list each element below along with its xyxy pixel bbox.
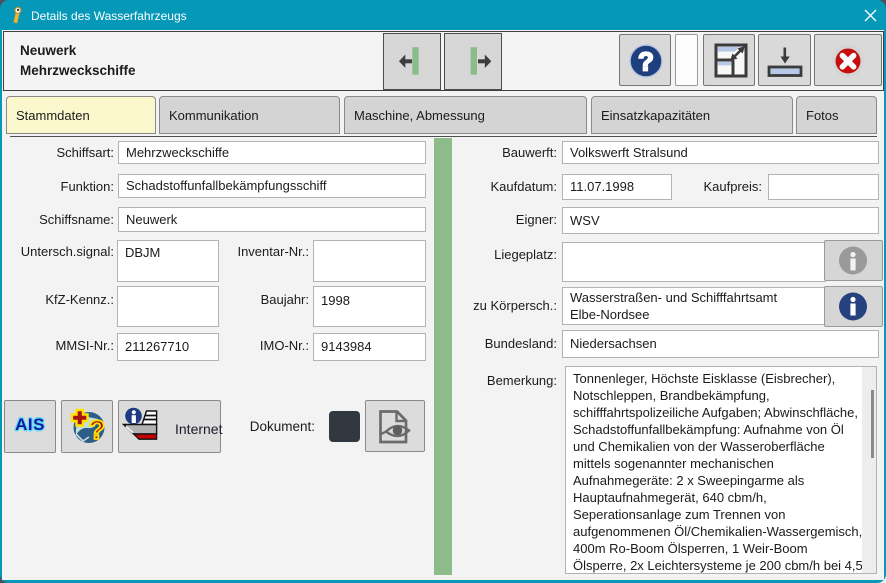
- svg-text:?: ?: [638, 47, 654, 77]
- svg-text:?: ?: [89, 415, 106, 445]
